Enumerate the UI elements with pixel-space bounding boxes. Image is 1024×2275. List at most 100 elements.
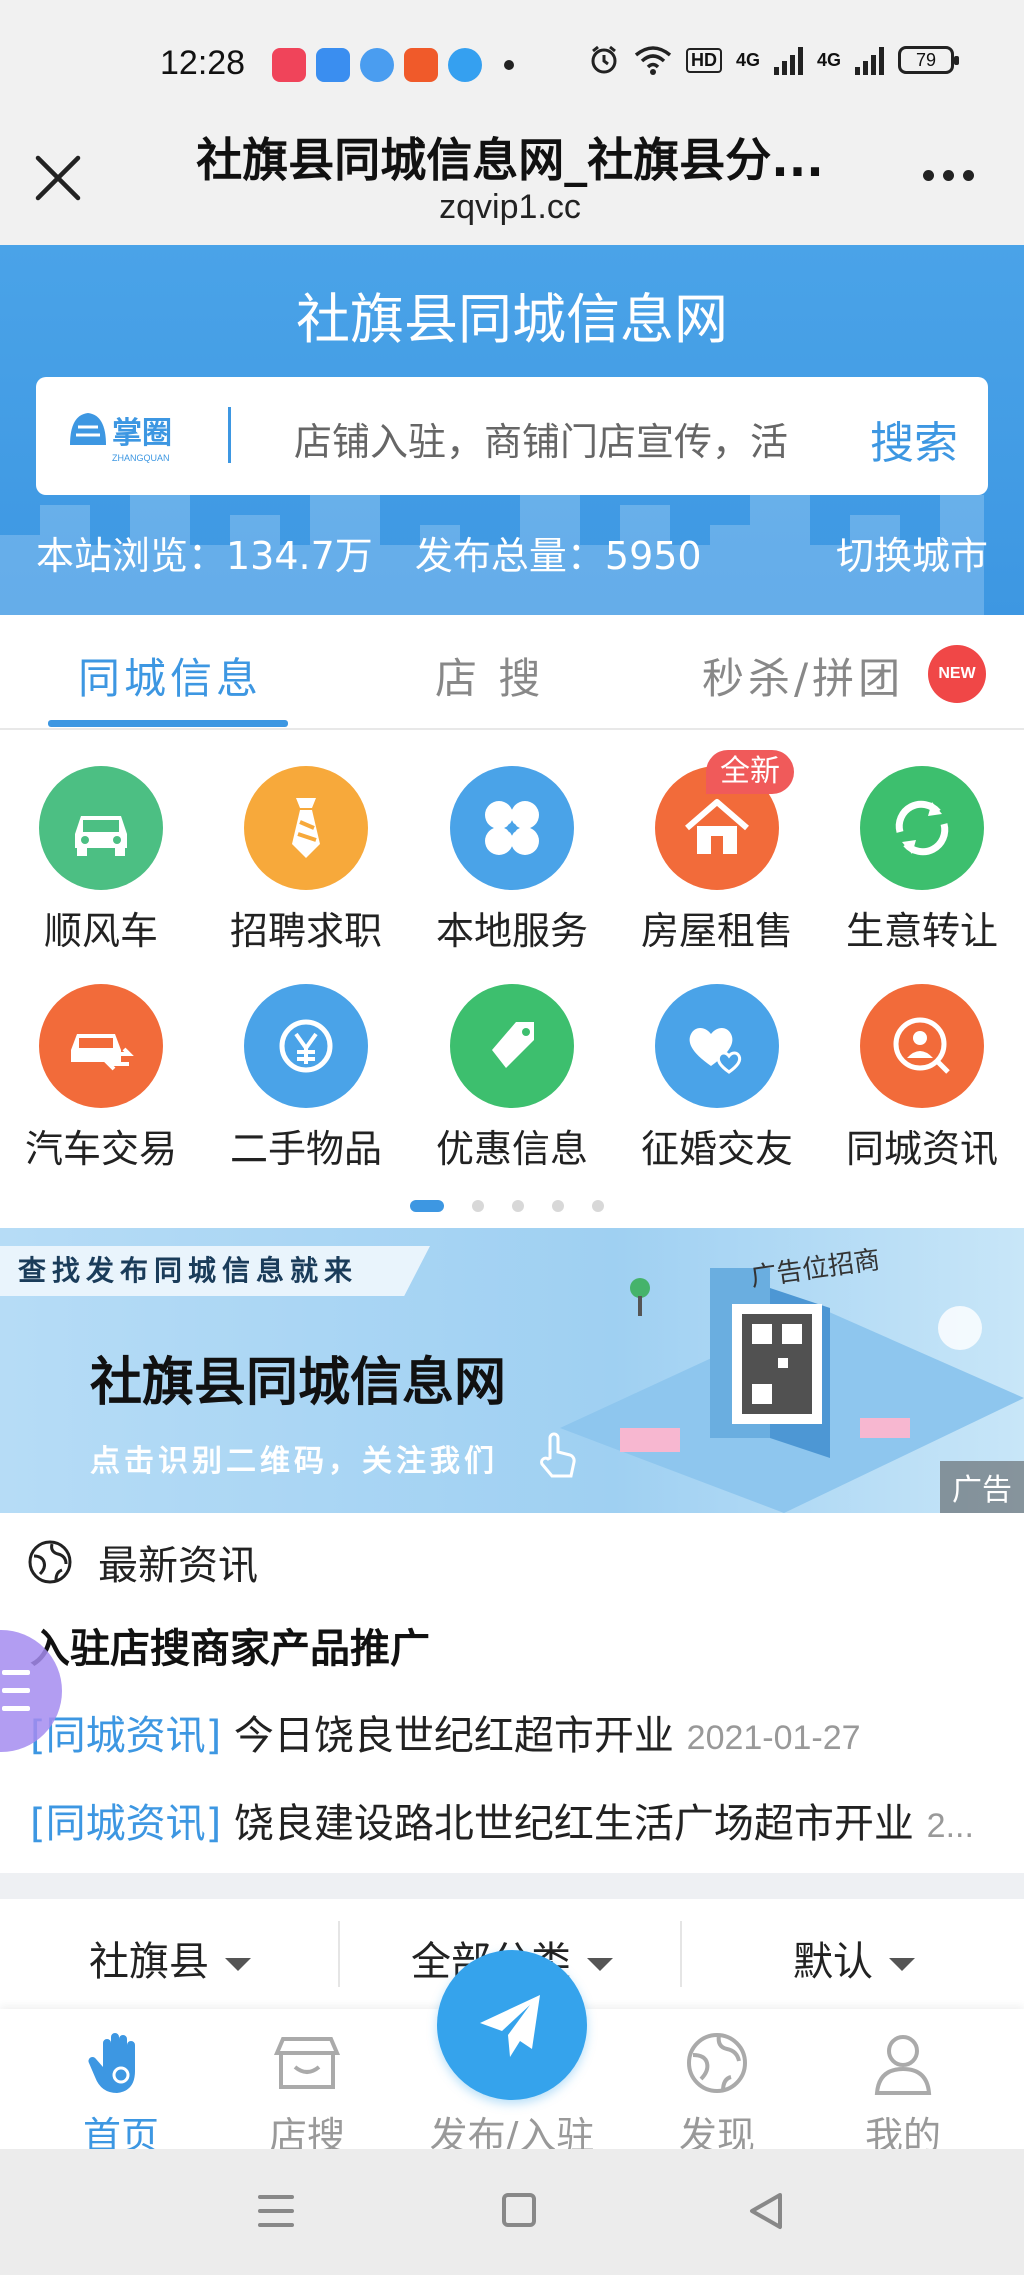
page-indicator <box>410 1200 604 1212</box>
site-header: 社旗县同城信息网 掌圈 ZHANGQUAN 店铺入驻，商铺门店宣传，活 搜索 本… <box>0 245 1024 615</box>
news-item[interactable]: [同城资讯] 饶良建设路北世纪红生活广场超市开业 2... <box>30 1791 994 1849</box>
menu-icon[interactable] <box>258 2195 294 2237</box>
category-label: 同城资讯 <box>845 1127 998 1171</box>
svg-text:掌圈: 掌圈 <box>112 416 172 451</box>
news-title: 今日饶良世纪红超市开业 <box>221 1713 687 1759</box>
news-item[interactable]: [同城资讯] 今日饶良世纪红超市开业 2021-01-27 <box>30 1703 994 1761</box>
filter-divider <box>338 1921 340 1987</box>
close-icon[interactable] <box>30 150 86 206</box>
views-count: 本站浏览：134.7万 <box>36 534 373 578</box>
category-dating[interactable]: 征婚交友 <box>622 984 812 1173</box>
category-label: 生意转让 <box>845 909 998 953</box>
site-title: 社旗县同城信息网 <box>296 288 728 351</box>
news-heading: 最新资讯 <box>98 1543 258 1589</box>
tie-icon <box>244 766 368 890</box>
news-feature[interactable]: 入驻店搜商家产品推广 <box>30 1616 430 1674</box>
browser-title-bar: 社旗县同城信息网_社旗县分... zqvip1.cc <box>0 110 1024 245</box>
new-tag-badge: 全新 <box>706 750 794 794</box>
category-label: 汽车交易 <box>24 1127 177 1171</box>
filter-region[interactable]: 社旗县 <box>0 1929 340 1987</box>
back-icon[interactable] <box>748 2191 784 2231</box>
signal-icon-2 <box>855 45 884 75</box>
nav-discover[interactable]: 发现 <box>632 2009 802 2160</box>
category-label: 本地服务 <box>435 909 588 953</box>
yen-icon <box>244 984 368 1108</box>
user-icon <box>874 2035 932 2095</box>
ad-banner[interactable]: 广告位招商 查找发布同城信息就来 社旗县同城信息网 点击识别二维码，关注我们 广… <box>0 1228 1024 1513</box>
news-date: 2021-01-27 <box>686 1719 861 1757</box>
category-secondhand[interactable]: 二手物品 <box>211 984 401 1173</box>
caret-down-icon <box>889 1957 915 1971</box>
ad-label: 广告 <box>940 1461 1024 1513</box>
caret-down-icon <box>225 1957 251 1971</box>
music-app-icon <box>272 48 306 82</box>
main-tabs: 同城信息 店 搜 秒杀/拼团 NEW <box>0 615 1024 730</box>
category-grid: 顺风车 招聘求职 本地服务 房屋租售 生意转让 全新 汽车交易 二手物品 优惠信… <box>0 730 1024 1220</box>
category-car-trade[interactable]: 汽车交易 <box>6 984 196 1173</box>
category-business-transfer[interactable]: 生意转让 <box>827 766 1017 955</box>
battery-icon: 79 <box>898 46 959 74</box>
category-carpool[interactable]: 顺风车 <box>6 766 196 955</box>
wifi-icon <box>634 46 672 75</box>
posts-count: 发布总量：5950 <box>414 534 702 578</box>
browser-app-icon <box>360 48 394 82</box>
category-label: 优惠信息 <box>435 1127 588 1171</box>
search-divider <box>228 407 231 463</box>
status-time: 12:28 <box>160 44 246 82</box>
page-dot-active <box>410 1200 444 1212</box>
category-housing[interactable]: 房屋租售 <box>622 766 812 955</box>
new-badge: NEW <box>928 645 986 703</box>
category-label: 顺风车 <box>43 909 158 953</box>
caret-down-icon <box>587 1957 613 1971</box>
system-navigation <box>0 2149 1024 2275</box>
category-local-news[interactable]: 同城资讯 <box>827 984 1017 1173</box>
car-icon <box>39 766 163 890</box>
news-header: 最新资讯 <box>26 1533 258 1591</box>
post-button[interactable] <box>437 1950 587 2100</box>
news-category: [同城资讯] <box>30 1801 222 1847</box>
alarm-icon <box>591 45 617 74</box>
search-app-icon <box>448 48 482 82</box>
nav-home[interactable]: 首页 <box>36 2009 206 2160</box>
page-dot <box>592 1200 604 1212</box>
category-deals[interactable]: 优惠信息 <box>417 984 607 1173</box>
page-dot <box>552 1200 564 1212</box>
category-jobs[interactable]: 招聘求职 <box>211 766 401 955</box>
news-title: 饶良建设路北世纪红生活广场超市开业 <box>221 1801 927 1847</box>
status-indicators: HD 4G 4G 79 <box>588 44 959 76</box>
files-app-icon <box>316 48 350 82</box>
site-stats: 本站浏览：134.7万 发布总量：5950 <box>36 525 732 580</box>
sim2-network: 4G <box>816 49 841 70</box>
search-input[interactable]: 店铺入驻，商铺门店宣传，活 <box>294 411 864 466</box>
switch-city-link[interactable]: 切换城市 <box>836 525 988 580</box>
banner-tag: 查找发布同城信息就来 <box>0 1246 430 1296</box>
nav-profile[interactable]: 我的 <box>818 2009 988 2160</box>
svg-text:ZHANGQUAN: ZHANGQUAN <box>112 453 170 463</box>
banner-title: 社旗县同城信息网 <box>90 1353 507 1413</box>
filter-sort[interactable]: 默认 <box>684 1929 1024 1987</box>
category-local-services[interactable]: 本地服务 <box>417 766 607 955</box>
filter-divider <box>680 1921 682 1987</box>
filter-label: 默认 <box>793 1939 873 1985</box>
zhangquan-logo-icon: 掌圈 ZHANGQUAN <box>70 413 172 463</box>
search-button[interactable]: 搜索 <box>870 407 958 471</box>
tab-flash-sale[interactable]: 秒杀/拼团 <box>702 645 904 706</box>
tab-local-info[interactable]: 同城信息 <box>78 645 262 706</box>
tap-hand-icon <box>540 1432 576 1478</box>
price-tag-icon <box>450 984 574 1108</box>
news-category: [同城资讯] <box>30 1713 222 1759</box>
paper-plane-icon <box>480 1995 540 2057</box>
nav-shop[interactable]: 店搜 <box>222 2009 392 2160</box>
page-dot <box>512 1200 524 1212</box>
home-icon[interactable] <box>502 2193 536 2227</box>
search-bar[interactable]: 掌圈 ZHANGQUAN 店铺入驻，商铺门店宣传，活 搜索 <box>36 377 988 495</box>
tab-shop-search[interactable]: 店 搜 <box>435 645 544 706</box>
more-menu-button[interactable] <box>923 170 974 181</box>
clover-icon <box>450 766 574 890</box>
filter-label: 社旗县 <box>89 1939 209 1985</box>
category-label: 二手物品 <box>229 1127 382 1171</box>
category-label: 房屋租售 <box>640 909 793 953</box>
section-divider <box>0 1873 1024 1899</box>
category-label: 招聘求职 <box>229 909 382 953</box>
hearts-icon <box>655 984 779 1108</box>
